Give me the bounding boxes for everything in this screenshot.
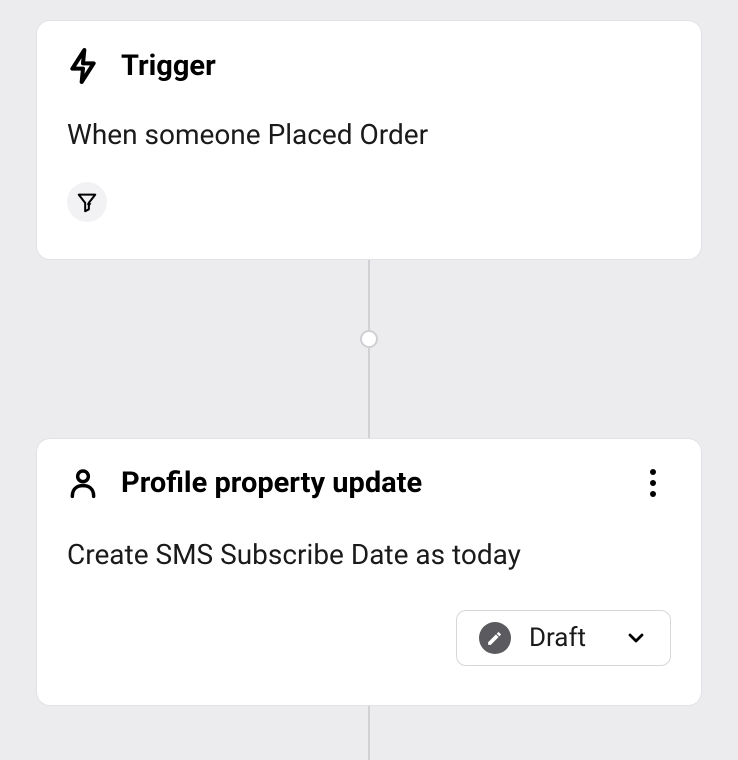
lightning-icon	[67, 47, 99, 85]
filter-icon	[76, 191, 98, 213]
action-card[interactable]: Profile property update Create SMS Subsc…	[36, 438, 702, 706]
status-dropdown-button[interactable]: Draft	[456, 610, 671, 666]
flow-connector-node[interactable]	[360, 330, 378, 348]
trigger-card-title: Trigger	[121, 49, 216, 83]
trigger-card-description: When someone Placed Order	[67, 115, 671, 154]
action-card-title: Profile property update	[121, 466, 422, 500]
more-vertical-icon	[650, 469, 656, 497]
pencil-icon	[486, 630, 503, 647]
trigger-filter-chip[interactable]	[67, 182, 107, 222]
person-icon	[67, 465, 99, 501]
action-card-description: Create SMS Subscribe Date as today	[67, 535, 671, 574]
pencil-icon-wrap	[479, 622, 511, 654]
chevron-down-icon	[624, 626, 648, 650]
trigger-card[interactable]: Trigger When someone Placed Order	[36, 20, 702, 260]
status-label: Draft	[529, 623, 586, 653]
more-options-button[interactable]	[635, 465, 671, 501]
